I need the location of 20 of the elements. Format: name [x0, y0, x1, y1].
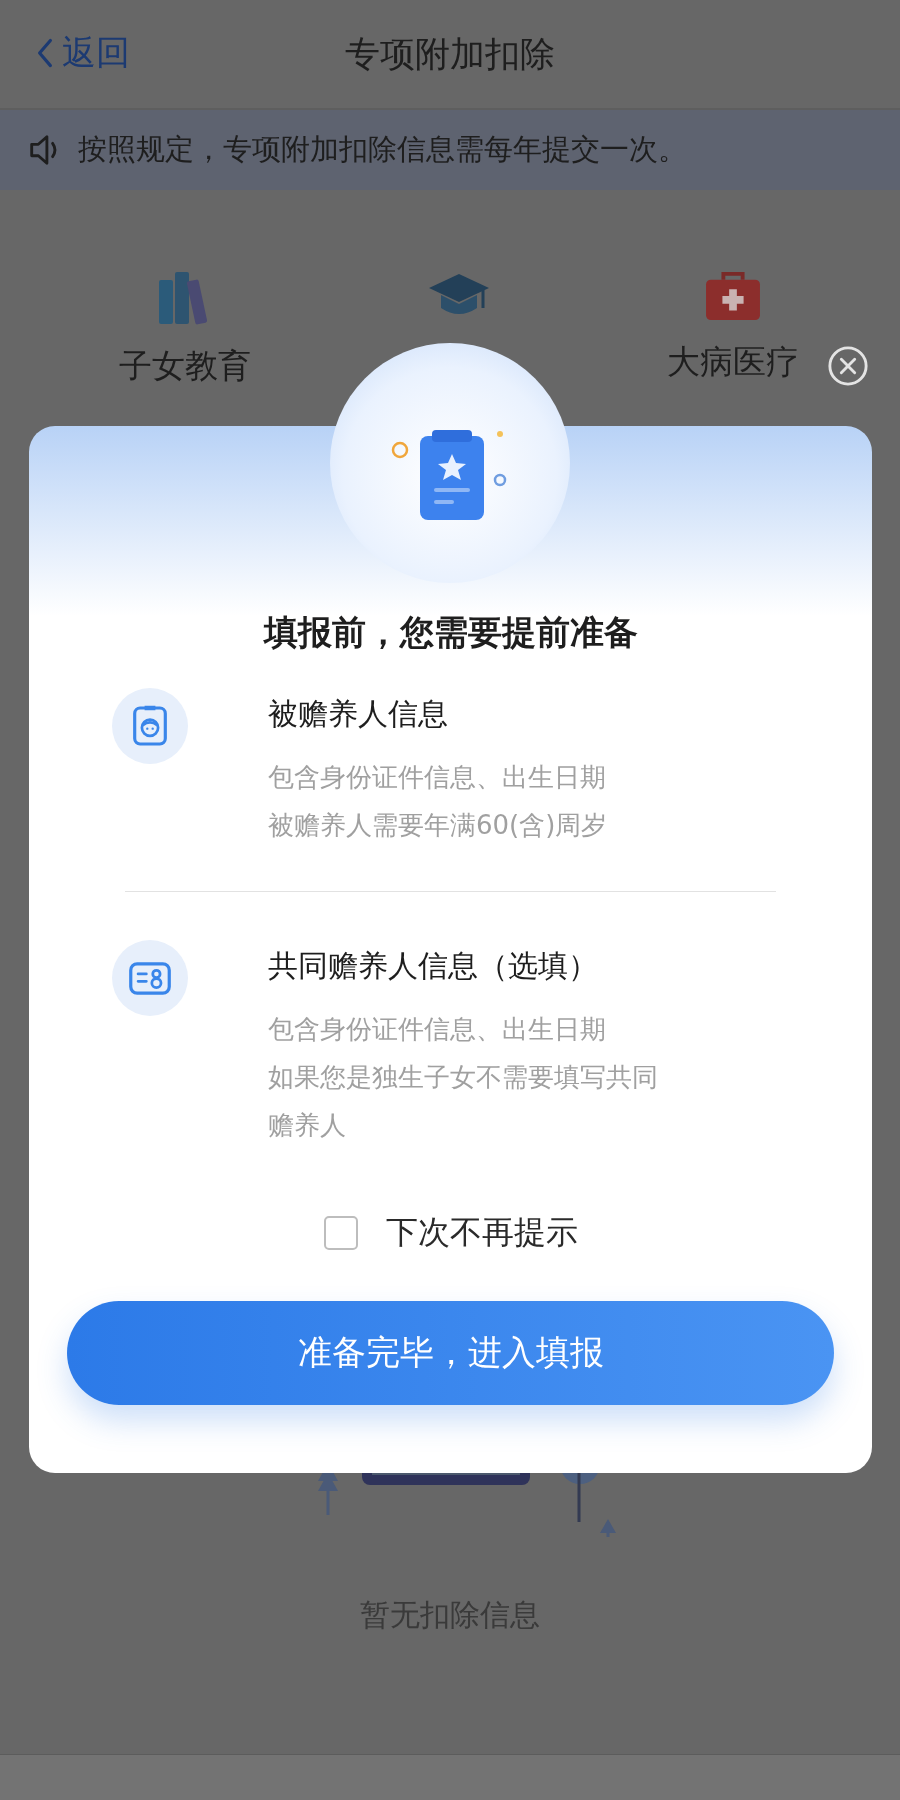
category-label[interactable]: 子女教育 — [119, 344, 251, 389]
id-card-icon — [128, 960, 172, 996]
checkbox[interactable] — [323, 1216, 358, 1250]
notice-text: 按照规定，专项附加扣除信息需每年提交一次。 — [78, 131, 687, 168]
id-badge-icon — [132, 705, 168, 747]
checkbox-label[interactable]: 下次不再提示 — [385, 1211, 578, 1255]
dialog-title: 填报前，您需要提前准备 — [262, 611, 639, 654]
first-aid-kit-icon — [704, 270, 762, 322]
confirm-button[interactable]: 准备完毕，进入填报 — [67, 1301, 834, 1405]
category-label[interactable]: 大病医疗 — [667, 340, 799, 385]
item-description: 被赡养人需要年满60(含)周岁 — [268, 809, 609, 842]
page-title: 专项附加扣除 — [345, 32, 555, 76]
item-title: 共同赡养人信息（选填） — [268, 947, 599, 985]
back-button[interactable]: 返回 — [36, 30, 130, 76]
item-description: 包含身份证件信息、出生日期 — [268, 761, 607, 794]
item-title: 被赡养人信息 — [268, 695, 449, 733]
item-description: 如果您是独生子女不需要填写共同赡养人 — [268, 1061, 659, 1142]
back-chevron-icon[interactable] — [36, 37, 54, 69]
close-icon[interactable] — [827, 345, 869, 387]
item-description: 包含身份证件信息、出生日期 — [268, 1013, 607, 1046]
